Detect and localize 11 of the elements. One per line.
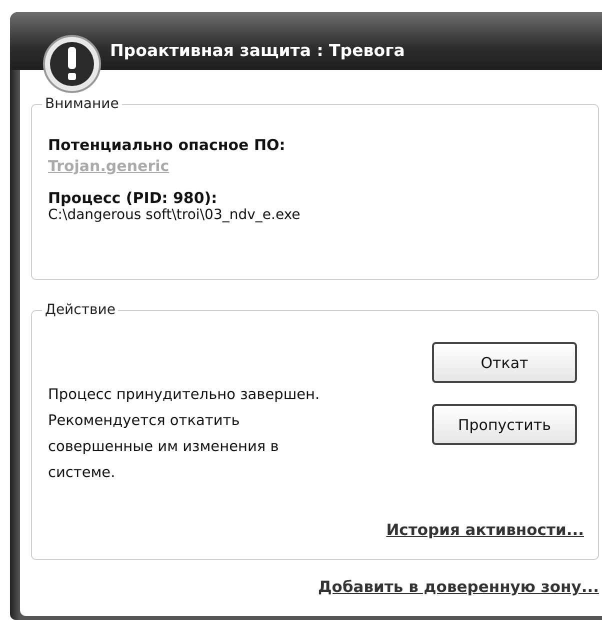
action-button[interactable]: Откат [432, 342, 577, 383]
process-path: C:\dangerous soft\troi\03_ndv_e.exe [48, 207, 302, 223]
history-link[interactable]: История активности... [386, 521, 584, 539]
action-message: Процесс принудительно завершен. Рекомендуется откатить совершенные им изменения в системе. [48, 386, 321, 483]
threat-label: Потенциально опасное ПО: [48, 136, 286, 154]
trusted-zone-link[interactable]: Добавить в доверенную зону... [318, 578, 599, 596]
group-legend: Действие [42, 302, 118, 318]
action-button[interactable]: Пропустить [432, 404, 577, 445]
group-legend: Внимание [42, 96, 122, 112]
process-label: Процесс (PID: 980): [48, 189, 218, 207]
window-title: Проактивная защита : Тревога [110, 40, 405, 60]
